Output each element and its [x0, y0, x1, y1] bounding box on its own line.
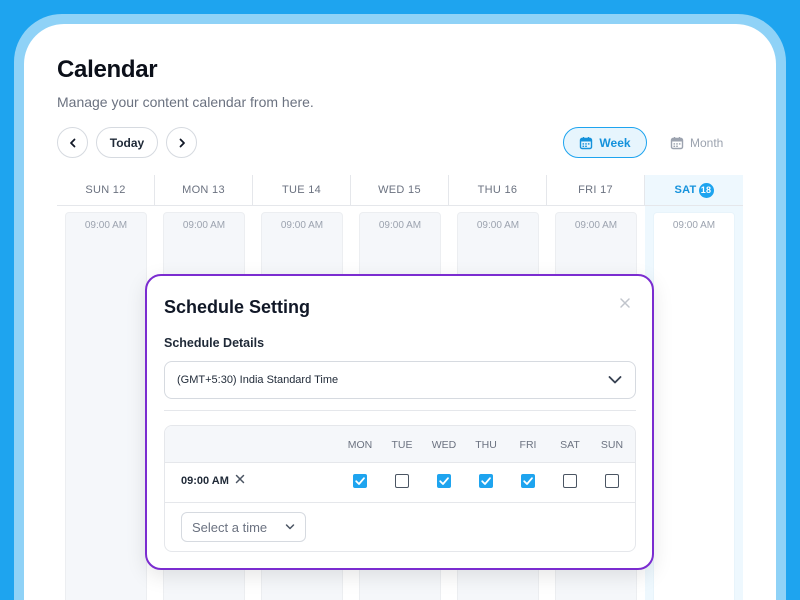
- weekday-header-mon: MON: [347, 439, 373, 451]
- day-header-mon: MON 13: [155, 175, 253, 206]
- weekday-header-wed: WED: [431, 439, 457, 451]
- day-header-wed: WED 15: [351, 175, 449, 206]
- day-column-sun[interactable]: 09:00 AM: [65, 212, 147, 600]
- week-view-label: Week: [599, 135, 631, 150]
- section-divider: [164, 410, 636, 411]
- time-slot: 09:00 AM: [574, 220, 618, 231]
- timezone-select[interactable]: (GMT+5:30) India Standard Time: [164, 361, 636, 399]
- select-time-placeholder: Select a time: [192, 519, 268, 535]
- chevron-down-icon: [285, 524, 295, 530]
- time-slot: 09:00 AM: [378, 220, 422, 231]
- week-view-button[interactable]: Week: [563, 127, 647, 158]
- today-date-badge: 18: [698, 182, 714, 198]
- page-title: Calendar: [57, 56, 158, 83]
- day-header-tue: TUE 14: [253, 175, 351, 206]
- page-subtitle: Manage your content calendar from here.: [57, 94, 314, 110]
- day-header-sat: SAT 18: [645, 175, 743, 206]
- schedule-row: 09:00 AM: [165, 463, 635, 503]
- weekday-header-fri: FRI: [519, 439, 537, 451]
- remove-time-icon[interactable]: [235, 473, 249, 487]
- checkmark-icon: [481, 477, 491, 485]
- checkbox-wed[interactable]: [437, 474, 451, 488]
- schedule-table: MON TUE WED THU FRI SAT SUN 09:00 AM Sel…: [164, 425, 636, 552]
- timezone-value: (GMT+5:30) India Standard Time: [177, 374, 339, 386]
- schedule-table-header: MON TUE WED THU FRI SAT SUN: [165, 426, 635, 463]
- modal-title: Schedule Setting: [164, 297, 311, 317]
- day-header-fri: FRI 17: [547, 175, 645, 206]
- checkmark-icon: [523, 477, 533, 485]
- day-header-thu: THU 16: [449, 175, 547, 206]
- time-slot: 09:00 AM: [280, 220, 324, 231]
- weekday-header-sat: SAT: [560, 439, 580, 451]
- prev-week-button[interactable]: [57, 127, 88, 158]
- chevron-right-icon: [179, 138, 185, 147]
- time-slot: 09:00 AM: [672, 220, 716, 231]
- day-column-sat[interactable]: 09:00 AM: [653, 212, 735, 600]
- close-icon: [235, 474, 245, 484]
- weekday-header-tue: TUE: [391, 439, 413, 451]
- weekday-header-thu: THU: [475, 439, 497, 451]
- checkmark-icon: [355, 477, 365, 485]
- select-time-dropdown[interactable]: Select a time: [181, 512, 306, 542]
- time-slot: 09:00 AM: [182, 220, 226, 231]
- checkbox-mon[interactable]: [353, 474, 367, 488]
- day-header-sun: SUN 12: [57, 175, 155, 206]
- month-view-label: Month: [690, 135, 724, 150]
- time-slot: 09:00 AM: [476, 220, 520, 231]
- checkbox-sat[interactable]: [563, 474, 577, 488]
- schedule-setting-modal: Schedule Setting Schedule Details (GMT+5…: [145, 274, 654, 570]
- calendar-icon: [580, 136, 593, 149]
- close-icon-glyph: [620, 298, 630, 308]
- schedule-details-label: Schedule Details: [164, 336, 265, 350]
- close-icon[interactable]: [616, 296, 634, 314]
- calendar-icon: [670, 136, 684, 149]
- checkbox-sun[interactable]: [605, 474, 619, 488]
- chevron-left-icon: [69, 138, 75, 147]
- weekday-header-sun: SUN: [600, 439, 624, 451]
- month-view-button[interactable]: Month: [670, 127, 734, 158]
- checkmark-icon: [439, 477, 449, 485]
- checkbox-tue[interactable]: [395, 474, 409, 488]
- checkbox-fri[interactable]: [521, 474, 535, 488]
- time-slot: 09:00 AM: [84, 220, 128, 231]
- schedule-time: 09:00 AM: [181, 475, 229, 487]
- day-header-sat-label: SAT: [674, 184, 697, 196]
- checkbox-thu[interactable]: [479, 474, 493, 488]
- today-button[interactable]: Today: [96, 127, 158, 158]
- chevron-down-icon: [608, 376, 622, 384]
- next-week-button[interactable]: [166, 127, 197, 158]
